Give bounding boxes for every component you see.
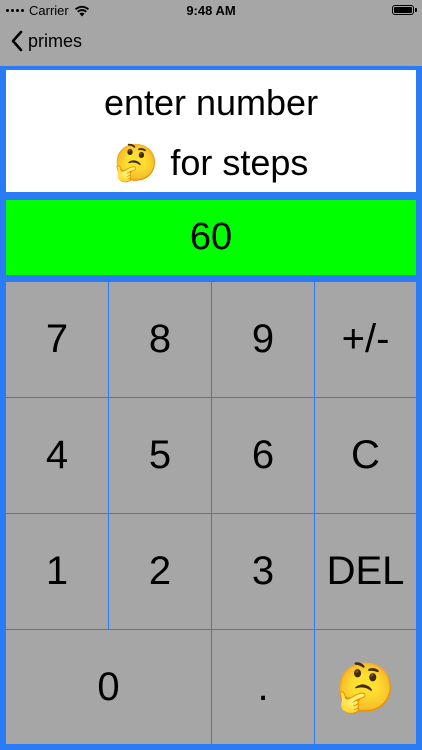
key-4[interactable]: 4 — [6, 398, 109, 514]
key-3[interactable]: 3 — [212, 514, 315, 630]
key-8[interactable]: 8 — [109, 282, 212, 398]
back-button[interactable]: primes — [10, 30, 82, 52]
steps-thinking-face-icon[interactable]: 🤔 — [315, 630, 416, 744]
back-button-label: primes — [28, 30, 83, 51]
number-display: 60 — [6, 200, 416, 275]
thinking-face-icon: 🤔 — [113, 143, 159, 184]
navigation-bar: primes — [0, 22, 422, 66]
battery-icon — [392, 5, 417, 15]
key-decimal[interactable]: . — [212, 630, 315, 744]
prompt-hint-text: for steps — [170, 142, 309, 183]
prompt-panel: enter number 🤔 for steps — [6, 70, 416, 192]
key-2[interactable]: 2 — [109, 514, 212, 630]
keypad: 7 8 9 +/- 4 5 6 C 1 2 3 DEL 0 . 🤔 — [6, 282, 416, 744]
screen: Carrier 9:48 AM primes enter number 🤔 fo… — [0, 0, 422, 750]
key-9[interactable]: 9 — [212, 282, 315, 398]
status-time: 9:48 AM — [186, 3, 236, 18]
status-bar: Carrier 9:48 AM — [0, 0, 422, 22]
prompt-hint: 🤔 for steps — [6, 142, 416, 184]
key-sign-toggle[interactable]: +/- — [315, 282, 416, 398]
key-clear[interactable]: C — [315, 398, 416, 514]
key-0[interactable]: 0 — [6, 630, 212, 744]
key-1[interactable]: 1 — [6, 514, 109, 630]
key-7[interactable]: 7 — [6, 282, 109, 398]
key-delete[interactable]: DEL — [315, 514, 416, 630]
key-5[interactable]: 5 — [109, 398, 212, 514]
chevron-left-icon — [11, 30, 23, 52]
prompt-title: enter number — [103, 82, 319, 123]
key-6[interactable]: 6 — [212, 398, 315, 514]
